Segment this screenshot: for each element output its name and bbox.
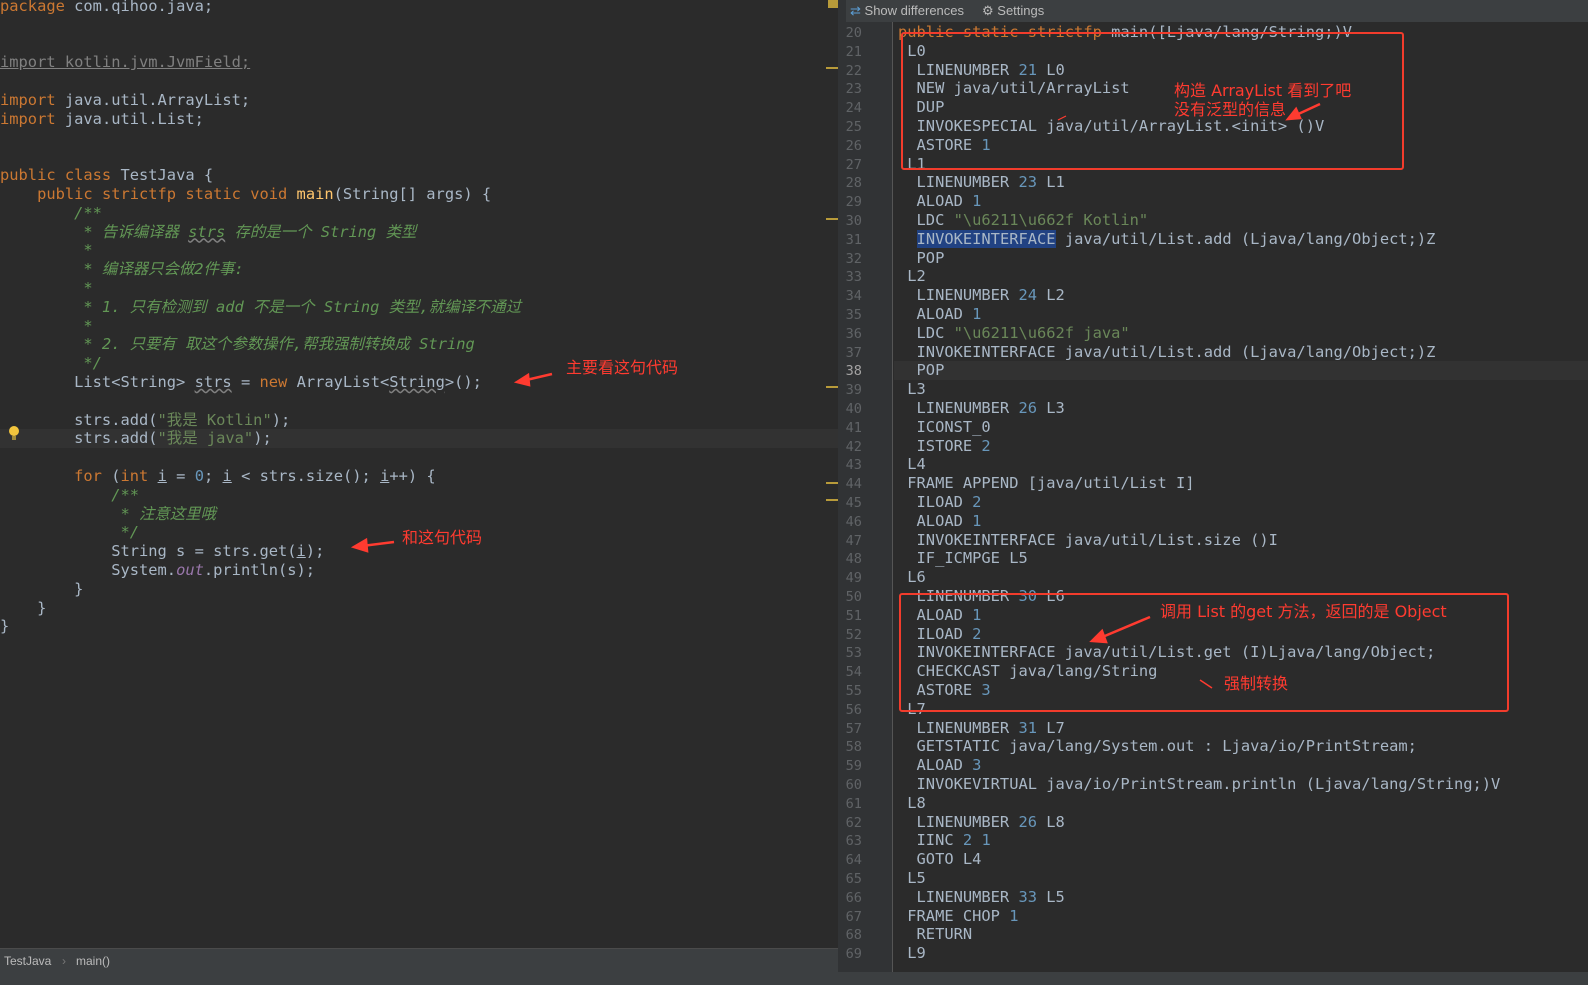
bytecode-line[interactable]: L5 <box>898 869 926 888</box>
error-stripe-marker[interactable] <box>826 218 838 220</box>
bytecode-line[interactable]: IINC 2 1 <box>898 831 991 850</box>
code-line[interactable]: * 1. 只有检测到 add 不是一个 String 类型,就编译不通过 <box>0 298 521 317</box>
code-line[interactable]: strs.add("我是 java"); <box>0 429 838 449</box>
highlight-box-get-cast <box>899 593 1509 712</box>
annotation-and-code: 和这句代码 <box>402 528 483 547</box>
bytecode-line[interactable]: LINENUMBER 23 L1 <box>898 173 1065 192</box>
java-editor[interactable]: package com.qihoo.java; import kotlin.jvm… <box>0 0 838 960</box>
bytecode-line[interactable]: LINENUMBER 26 L3 <box>898 399 1065 418</box>
bytecode-line[interactable]: RETURN <box>898 925 973 944</box>
code-line[interactable]: List<String> strs = new ArrayList<String… <box>0 373 482 392</box>
bytecode-line[interactable]: INVOKEINTERFACE java/util/List.size ()I <box>898 531 1278 550</box>
bytecode-line[interactable]: L9 <box>898 944 926 963</box>
bytecode-line[interactable]: LDC "\u6211\u662f Kotlin" <box>898 211 1149 230</box>
bytecode-line[interactable]: L8 <box>898 794 926 813</box>
code-line[interactable]: strs.add("我是 Kotlin"); <box>0 411 290 430</box>
bytecode-line[interactable]: LINENUMBER 26 L8 <box>898 813 1065 832</box>
bytecode-line[interactable]: LDC "\u6211\u662f java" <box>898 324 1130 343</box>
code-line[interactable]: * 告诉编译器 strs 存的是一个 String 类型 <box>0 223 416 242</box>
bytecode-line[interactable]: GOTO L4 <box>898 850 982 869</box>
breadcrumb: TestJava › main() <box>0 948 838 973</box>
code-line[interactable]: String s = strs.get(i); <box>0 542 324 561</box>
current-line-highlight <box>894 361 1588 381</box>
error-stripe-marker[interactable] <box>826 386 838 388</box>
bytecode-line[interactable]: L4 <box>898 455 926 474</box>
code-line[interactable]: /** <box>0 204 102 223</box>
bytecode-line[interactable]: INVOKEINTERFACE java/util/List.add (Ljav… <box>898 343 1436 362</box>
panel-divider[interactable] <box>838 0 846 985</box>
code-line[interactable]: } <box>0 580 83 599</box>
lightbulb-icon[interactable] <box>9 426 19 440</box>
window-bottom-bar <box>0 972 1588 985</box>
code-line[interactable]: } <box>0 599 46 618</box>
code-line[interactable]: for (int i = 0; i < strs.size(); i++) { <box>0 467 436 486</box>
error-stripe-marker[interactable] <box>826 482 838 484</box>
code-line[interactable]: System.out.println(s); <box>0 561 315 580</box>
bytecode-line[interactable]: ALOAD 1 <box>898 192 982 211</box>
bytecode-line[interactable]: ICONST_0 <box>898 418 991 437</box>
code-line[interactable]: import java.util.List; <box>0 110 204 129</box>
code-line[interactable]: * 注意这里哦 <box>0 505 216 524</box>
code-line[interactable]: * <box>0 279 92 298</box>
bytecode-line[interactable]: ALOAD 1 <box>898 305 982 324</box>
code-line[interactable]: */ <box>0 354 102 373</box>
code-line[interactable]: public strictfp static void main(String[… <box>0 185 491 204</box>
highlight-box-constructor <box>901 32 1404 170</box>
code-line[interactable]: * <box>0 317 92 336</box>
bytecode-line[interactable]: LINENUMBER 31 L7 <box>898 719 1065 738</box>
bytecode-line[interactable]: POP <box>898 249 945 268</box>
code-line[interactable]: } <box>0 617 9 636</box>
code-line[interactable]: package com.qihoo.java; <box>0 0 213 16</box>
bytecode-line[interactable]: LINENUMBER 33 L5 <box>898 888 1065 907</box>
bytecode-line[interactable]: POP <box>898 361 945 380</box>
bytecode-line[interactable]: ILOAD 2 <box>898 493 982 512</box>
bytecode-line[interactable]: FRAME APPEND [java/util/List I] <box>898 474 1194 493</box>
bytecode-line[interactable]: INVOKEINTERFACE java/util/List.add (Ljav… <box>898 229 1435 249</box>
code-line[interactable]: import java.util.ArrayList; <box>0 91 250 110</box>
bytecode-line[interactable]: L6 <box>898 568 926 587</box>
bytecode-line[interactable]: L3 <box>898 380 926 399</box>
code-line[interactable]: public class TestJava { <box>0 166 213 185</box>
bytecode-line[interactable]: L2 <box>898 267 926 286</box>
bytecode-line[interactable]: ALOAD 3 <box>898 756 982 775</box>
code-line[interactable]: * 2. 只要有 取这个参数操作,帮我强制转换成 String <box>0 335 474 354</box>
code-line[interactable]: * 编译器只会做2件事: <box>0 260 243 279</box>
bytecode-line[interactable]: ISTORE 2 <box>898 437 991 456</box>
error-stripe-marker[interactable] <box>826 499 838 501</box>
code-line[interactable]: * <box>0 241 92 260</box>
bytecode-line[interactable]: GETSTATIC java/lang/System.out : Ljava/i… <box>898 737 1417 756</box>
error-stripe-marker[interactable] <box>826 67 838 69</box>
bytecode-line[interactable]: FRAME CHOP 1 <box>898 907 1018 926</box>
java-code[interactable]: package com.qihoo.java; import kotlin.jvm… <box>0 0 838 960</box>
breadcrumb-method[interactable]: main() <box>76 954 110 968</box>
breadcrumb-separator-icon: › <box>62 954 66 968</box>
code-line[interactable]: /** <box>0 486 139 505</box>
bytecode-line[interactable]: IF_ICMPGE L5 <box>898 549 1028 568</box>
bytecode-line[interactable]: ALOAD 1 <box>898 512 982 531</box>
bytecode-line[interactable]: LINENUMBER 24 L2 <box>898 286 1065 305</box>
code-line[interactable]: import kotlin.jvm.JvmField; <box>0 53 250 72</box>
code-line[interactable]: */ <box>0 523 139 542</box>
annotation-main-code: 主要看这句代码 <box>566 358 679 377</box>
bytecode-line[interactable]: INVOKEVIRTUAL java/io/PrintStream.printl… <box>898 775 1501 794</box>
error-stripe-marker[interactable] <box>828 0 838 8</box>
breadcrumb-file[interactable]: TestJava <box>4 954 51 968</box>
